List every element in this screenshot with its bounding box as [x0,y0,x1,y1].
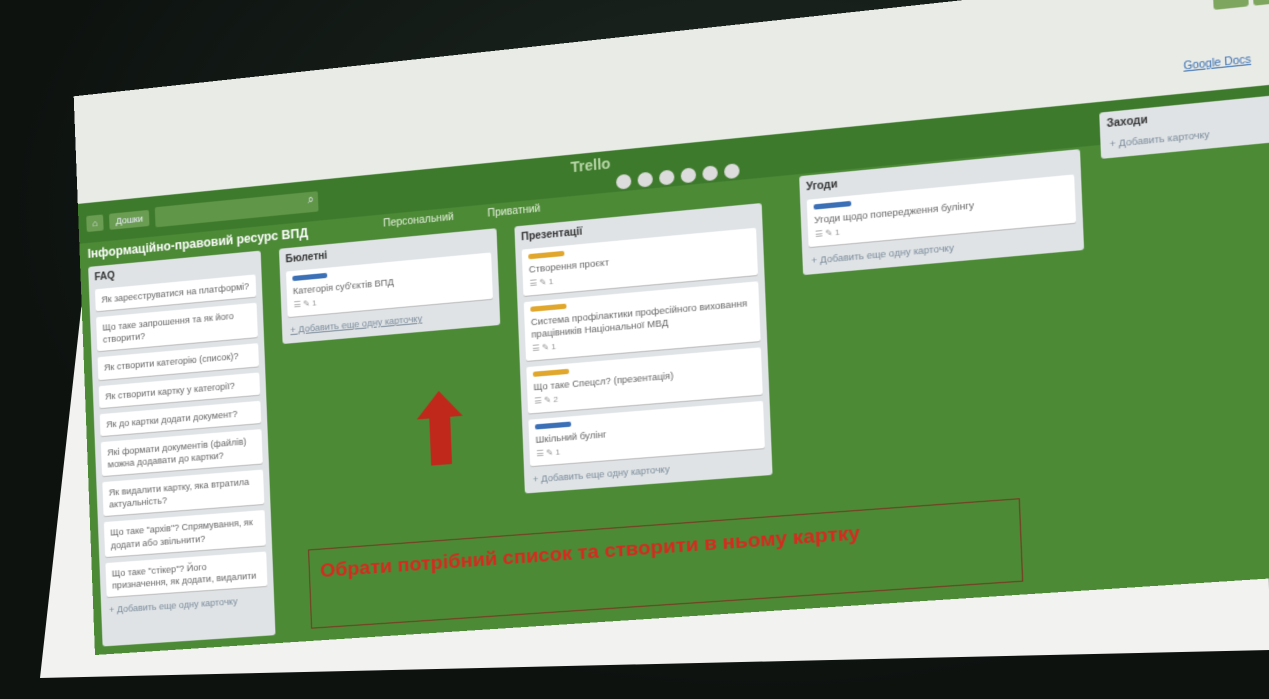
info-button[interactable]: ⓘ [1252,0,1269,6]
trello-ui: + ⓘ 🔔 Google Docs ⌂ Дошки ⌕ Trello Інфор… [73,0,1269,655]
avatar[interactable] [656,167,677,188]
list-card[interactable]: Що таке "стікер"? Його призначення, як д… [105,551,268,598]
card-label [530,303,567,312]
list-card[interactable]: Що таке "архів"? Спрямування, як додати … [103,510,266,557]
list-presentations: Презентації Створення проєкт ☰ ✎ 1 Систе… [514,203,773,494]
card-label [528,250,565,260]
card-label [813,200,852,210]
list-bulletins: Бюлетні Категорія суб'єктів ВПД ☰ ✎ 1 + … [278,228,501,344]
card-label [292,272,328,282]
avatar[interactable] [613,171,634,192]
card-label [534,421,572,430]
search-icon: ⌕ [307,193,315,207]
home-button[interactable]: ⌂ [86,214,105,233]
menu-link[interactable]: Google Docs [1183,54,1251,73]
list-card[interactable]: Які формати документів (файлів) можна до… [100,428,263,477]
list-card[interactable]: Що таке запрошення та як його створити? [96,302,258,352]
avatar[interactable] [699,162,721,184]
avatar[interactable] [678,165,699,186]
avatar[interactable] [635,169,656,190]
add-button[interactable]: + [1212,0,1249,10]
add-card-button[interactable]: + Добавить еще одну карточку [107,592,268,617]
card-label [532,368,570,377]
list-card[interactable]: Як видалити картку, яка втратила актуаль… [102,469,265,517]
pointer-arrow-icon [415,389,465,467]
list-card[interactable]: Система профілактики професійного вихова… [523,281,761,361]
boards-button[interactable]: Дошки [109,209,150,230]
avatar[interactable] [721,160,743,182]
list-faq: FAQ Як зареєструватися на платформі? Що … [88,250,276,647]
